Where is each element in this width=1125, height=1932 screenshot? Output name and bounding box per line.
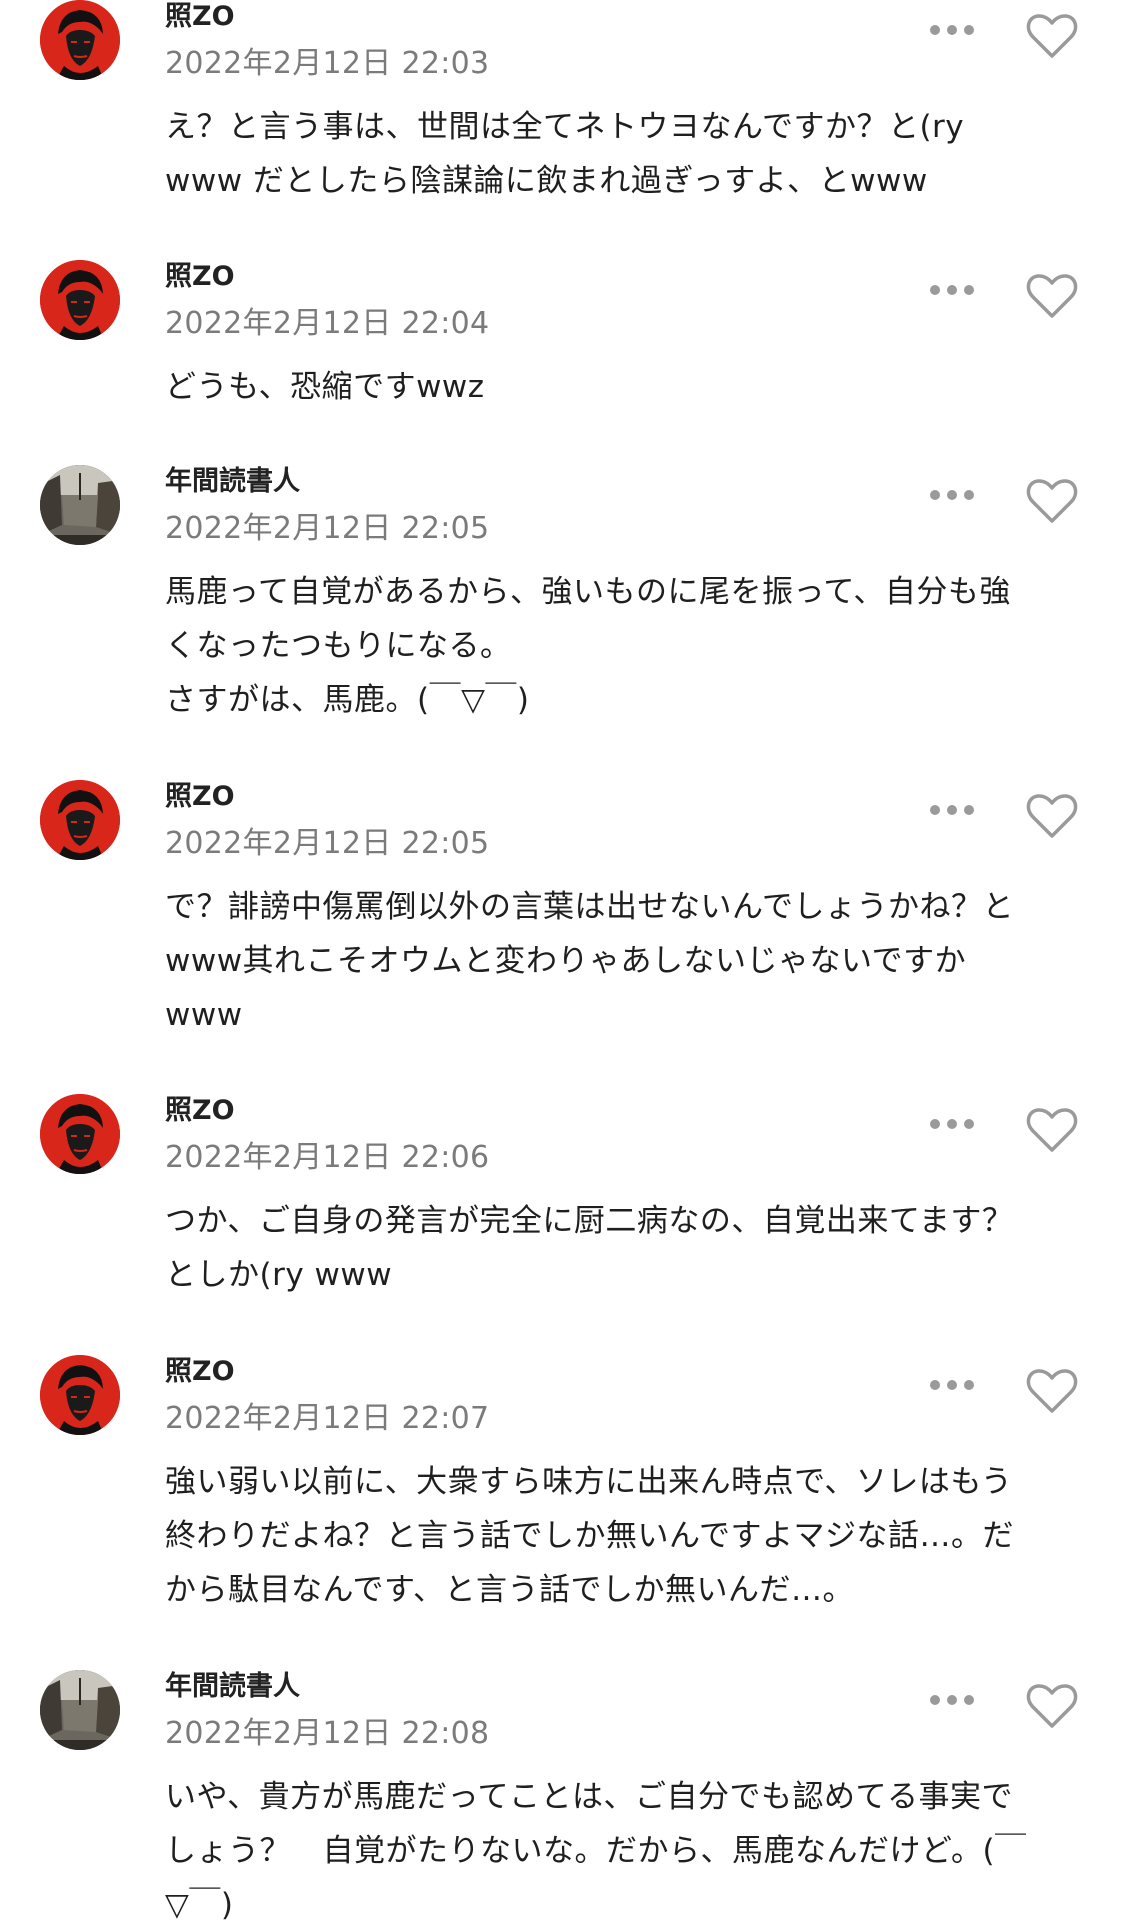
username[interactable]: 年間読書人 — [165, 459, 300, 498]
timestamp: 2022年2月12日 22:07 — [165, 1401, 490, 1436]
avatar[interactable] — [40, 465, 120, 545]
more-horizontal-icon[interactable] — [930, 22, 974, 38]
more-horizontal-icon[interactable] — [930, 1116, 974, 1132]
timestamp: 2022年2月12日 22:06 — [165, 1140, 490, 1175]
avatar[interactable] — [40, 1094, 120, 1174]
more-horizontal-icon[interactable] — [930, 1377, 974, 1393]
avatar[interactable] — [40, 1670, 120, 1750]
timestamp: 2022年2月12日 22:03 — [165, 46, 490, 81]
che-portrait-avatar-icon — [40, 260, 120, 340]
heart-outline-icon[interactable] — [1025, 477, 1079, 525]
avatar[interactable] — [40, 260, 120, 340]
che-portrait-avatar-icon — [40, 0, 120, 80]
avatar[interactable] — [40, 1355, 120, 1435]
comment-text: で？誹謗中傷罵倒以外の言葉は出せないんでしょうかね？と www其れこそオウムと変… — [165, 889, 1014, 1033]
timestamp: 2022年2月12日 22:05 — [165, 826, 490, 861]
street-photo-avatar-icon — [40, 465, 120, 545]
comment-text: え？と言う事は、世間は全てネトウヨなんですか？と(ry www だとしたら陰謀論… — [165, 109, 965, 199]
heart-outline-icon[interactable] — [1025, 1106, 1079, 1154]
username[interactable]: 年間読書人 — [165, 1664, 300, 1703]
username[interactable]: 照ZO — [165, 0, 235, 33]
heart-outline-icon[interactable] — [1025, 792, 1079, 840]
comment-text: いや、貴方が馬鹿だってことは、ご自分でも認めてる事実で しょう？ 自覚がたりない… — [165, 1779, 1027, 1923]
more-horizontal-icon[interactable] — [930, 802, 974, 818]
heart-outline-icon[interactable] — [1025, 12, 1079, 60]
che-portrait-avatar-icon — [40, 1355, 120, 1435]
username[interactable]: 照ZO — [165, 1349, 235, 1388]
timestamp: 2022年2月12日 22:08 — [165, 1716, 490, 1751]
che-portrait-avatar-icon — [40, 780, 120, 860]
comment-text: 強い弱い以前に、大衆すら味方に出来ん時点で、ソレはもう 終わりだよね？と言う話で… — [165, 1464, 1014, 1608]
heart-outline-icon[interactable] — [1025, 1682, 1079, 1730]
more-horizontal-icon[interactable] — [930, 282, 974, 298]
comment-text: 馬鹿って自覚があるから、強いものに尾を振って、自分も強 くなったつもりになる。 … — [165, 574, 1011, 718]
username[interactable]: 照ZO — [165, 774, 235, 813]
che-portrait-avatar-icon — [40, 1094, 120, 1174]
username[interactable]: 照ZO — [165, 1088, 235, 1127]
timestamp: 2022年2月12日 22:05 — [165, 511, 490, 546]
avatar[interactable] — [40, 780, 120, 860]
heart-outline-icon[interactable] — [1025, 272, 1079, 320]
comment-text: どうも、恐縮ですwwz — [165, 369, 485, 405]
heart-outline-icon[interactable] — [1025, 1367, 1079, 1415]
more-horizontal-icon[interactable] — [930, 487, 974, 503]
comment-text: つか、ご自身の発言が完全に厨二病なの、自覚出来てます？ としか(ry www — [165, 1203, 1014, 1293]
timestamp: 2022年2月12日 22:04 — [165, 306, 490, 341]
more-horizontal-icon[interactable] — [930, 1692, 974, 1708]
username[interactable]: 照ZO — [165, 254, 235, 293]
street-photo-avatar-icon — [40, 1670, 120, 1750]
avatar[interactable] — [40, 0, 120, 80]
